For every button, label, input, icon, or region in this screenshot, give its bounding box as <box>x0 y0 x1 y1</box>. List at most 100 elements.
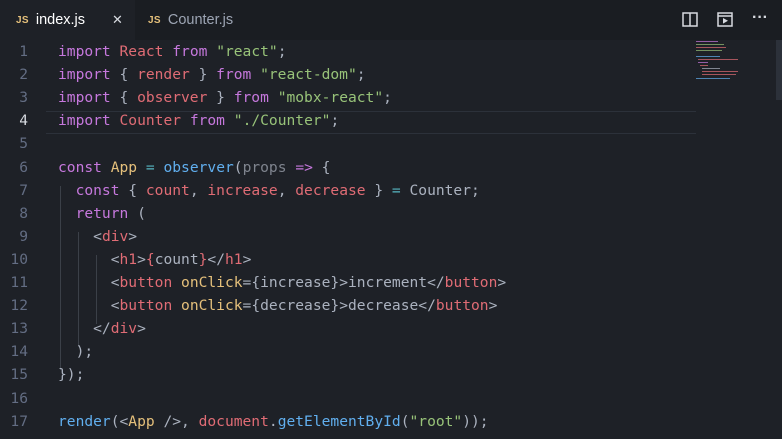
split-editor-icon[interactable] <box>682 12 699 28</box>
tab-bar: JS index.js ✕ JS Counter.js ··· <box>0 0 782 40</box>
code-line[interactable]: 10 <h1>{count}</h1> <box>0 248 690 271</box>
code-line[interactable]: 5 <box>0 132 690 155</box>
code-token: Counter; <box>400 181 480 199</box>
code-token: render <box>58 412 111 430</box>
code-line[interactable]: 16 <box>0 387 690 410</box>
code-token: }); <box>58 366 85 384</box>
code-token: button <box>444 274 498 291</box>
code-token: {increase} <box>251 274 340 291</box>
code-token: < <box>58 227 102 245</box>
javascript-file-icon: JS <box>148 14 161 26</box>
more-actions-icon[interactable]: ··· <box>752 10 769 28</box>
code-token: button <box>435 297 489 315</box>
preview-icon[interactable] <box>717 12 734 28</box>
line-number: 4 <box>19 112 28 130</box>
code-token: ; <box>383 89 392 107</box>
code-token: return <box>75 204 129 222</box>
code-token: > <box>497 274 507 291</box>
code-token: "root" <box>409 412 463 430</box>
code-line[interactable]: 17 render(<App />, document.getElementByI… <box>0 410 690 433</box>
code-line[interactable]: 4 import Counter from "./Counter"; <box>0 109 690 132</box>
code-token: const <box>75 181 120 199</box>
code-token: App <box>110 158 138 176</box>
code-text: <button onClick={increase}>increment</bu… <box>58 271 506 294</box>
code-text: const App = observer(props => { <box>58 156 330 179</box>
code-text: <button onClick={decrease}>decrease</but… <box>58 294 498 317</box>
code-token: React <box>119 43 164 60</box>
code-token: render <box>137 66 190 84</box>
code-token: < <box>58 274 120 291</box>
line-number: 16 <box>10 389 28 407</box>
code-token: {decrease} <box>251 297 340 315</box>
code-line[interactable]: 13 </div> <box>0 317 690 340</box>
code-token: (< <box>110 412 129 430</box>
code-token: decrease <box>295 181 366 199</box>
code-line[interactable]: 12 <button onClick={decrease}>decrease</… <box>0 294 690 317</box>
code-text: const { count, increase, decrease } = Co… <box>58 179 480 202</box>
code-line[interactable]: 3 import { observer } from "mobx-react"; <box>0 86 690 109</box>
code-token: div <box>110 320 138 338</box>
code-token: from <box>172 43 208 60</box>
code-token: ; <box>277 43 287 60</box>
code-line[interactable]: 14 ); <box>0 340 690 363</box>
code-token: > <box>137 250 146 268</box>
minimap[interactable] <box>694 40 754 80</box>
code-token: App <box>128 412 155 430</box>
code-token: const <box>58 158 102 176</box>
code-token: import <box>58 89 111 107</box>
code-text: }); <box>58 363 84 386</box>
code-token: count <box>154 250 199 268</box>
code-editor[interactable]: 1 import React from "react"; 2 import { ren… <box>0 40 782 439</box>
code-text: <div> <box>58 225 137 248</box>
code-line[interactable]: 1 import React from "react"; <box>0 40 690 63</box>
code-token: . <box>268 412 278 430</box>
code-text: <h1>{count}</h1> <box>58 248 252 271</box>
code-token: >decrease</ <box>339 297 436 315</box>
code-token: button <box>119 274 173 291</box>
close-icon[interactable]: ✕ <box>112 12 123 28</box>
code-token: />, <box>154 412 199 430</box>
code-line[interactable]: 6 const App = observer(props => { <box>0 156 690 179</box>
code-token: ( <box>400 412 410 430</box>
code-line[interactable]: 15}); <box>0 363 690 386</box>
tab-counter-js[interactable]: JS Counter.js <box>135 0 265 40</box>
line-number: 7 <box>19 181 28 199</box>
code-token: { <box>119 181 146 199</box>
code-text: import React from "react"; <box>58 40 287 63</box>
code-line[interactable]: 9 <div> <box>0 225 690 248</box>
scrollbar[interactable] <box>776 40 782 100</box>
code-text: import { observer } from "mobx-react"; <box>58 86 392 109</box>
code-token: < <box>58 250 120 268</box>
code-line[interactable]: 7 const { count, increase, decrease } = … <box>0 179 690 202</box>
code-token: onClick <box>181 297 243 315</box>
code-token: = <box>145 158 155 176</box>
code-line[interactable]: 2 import { render } from "react-dom"; <box>0 63 690 86</box>
line-number: 13 <box>10 320 28 338</box>
code-line[interactable]: 8 return ( <box>0 202 690 225</box>
code-token: getElementById <box>277 412 401 430</box>
code-token: { <box>312 158 331 176</box>
code-token: => <box>295 158 313 176</box>
line-number: 15 <box>10 366 28 384</box>
code-text: import { render } from "react-dom"; <box>58 63 366 86</box>
code-token: "react" <box>216 43 278 60</box>
code-token: , <box>277 181 296 199</box>
code-token: div <box>101 227 129 245</box>
tab-index-js[interactable]: JS index.js ✕ <box>0 0 135 40</box>
code-line[interactable]: 11 <button onClick={increase}>increment<… <box>0 271 690 294</box>
line-number: 3 <box>19 89 28 107</box>
code-token: from <box>216 66 252 84</box>
